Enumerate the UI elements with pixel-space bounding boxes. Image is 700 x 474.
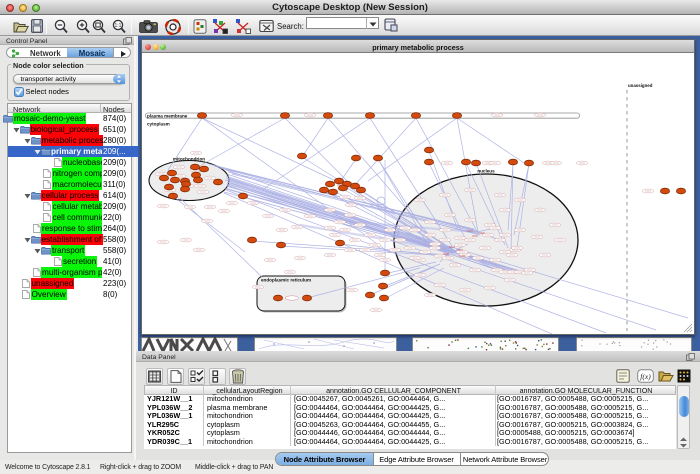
svg-text:cytoplasm: cytoplasm: [147, 122, 170, 127]
svg-text:plasma membrane: plasma membrane: [147, 113, 188, 118]
svg-text:mitochondrion: mitochondrion: [173, 157, 205, 162]
svg-text:1:1: 1:1: [115, 23, 122, 29]
svg-text:endoplasmic reticulum: endoplasmic reticulum: [261, 278, 311, 283]
svg-text:f(x): f(x): [640, 372, 651, 381]
svg-text:nucleus: nucleus: [477, 169, 495, 174]
svg-text:unassigned: unassigned: [628, 83, 653, 88]
